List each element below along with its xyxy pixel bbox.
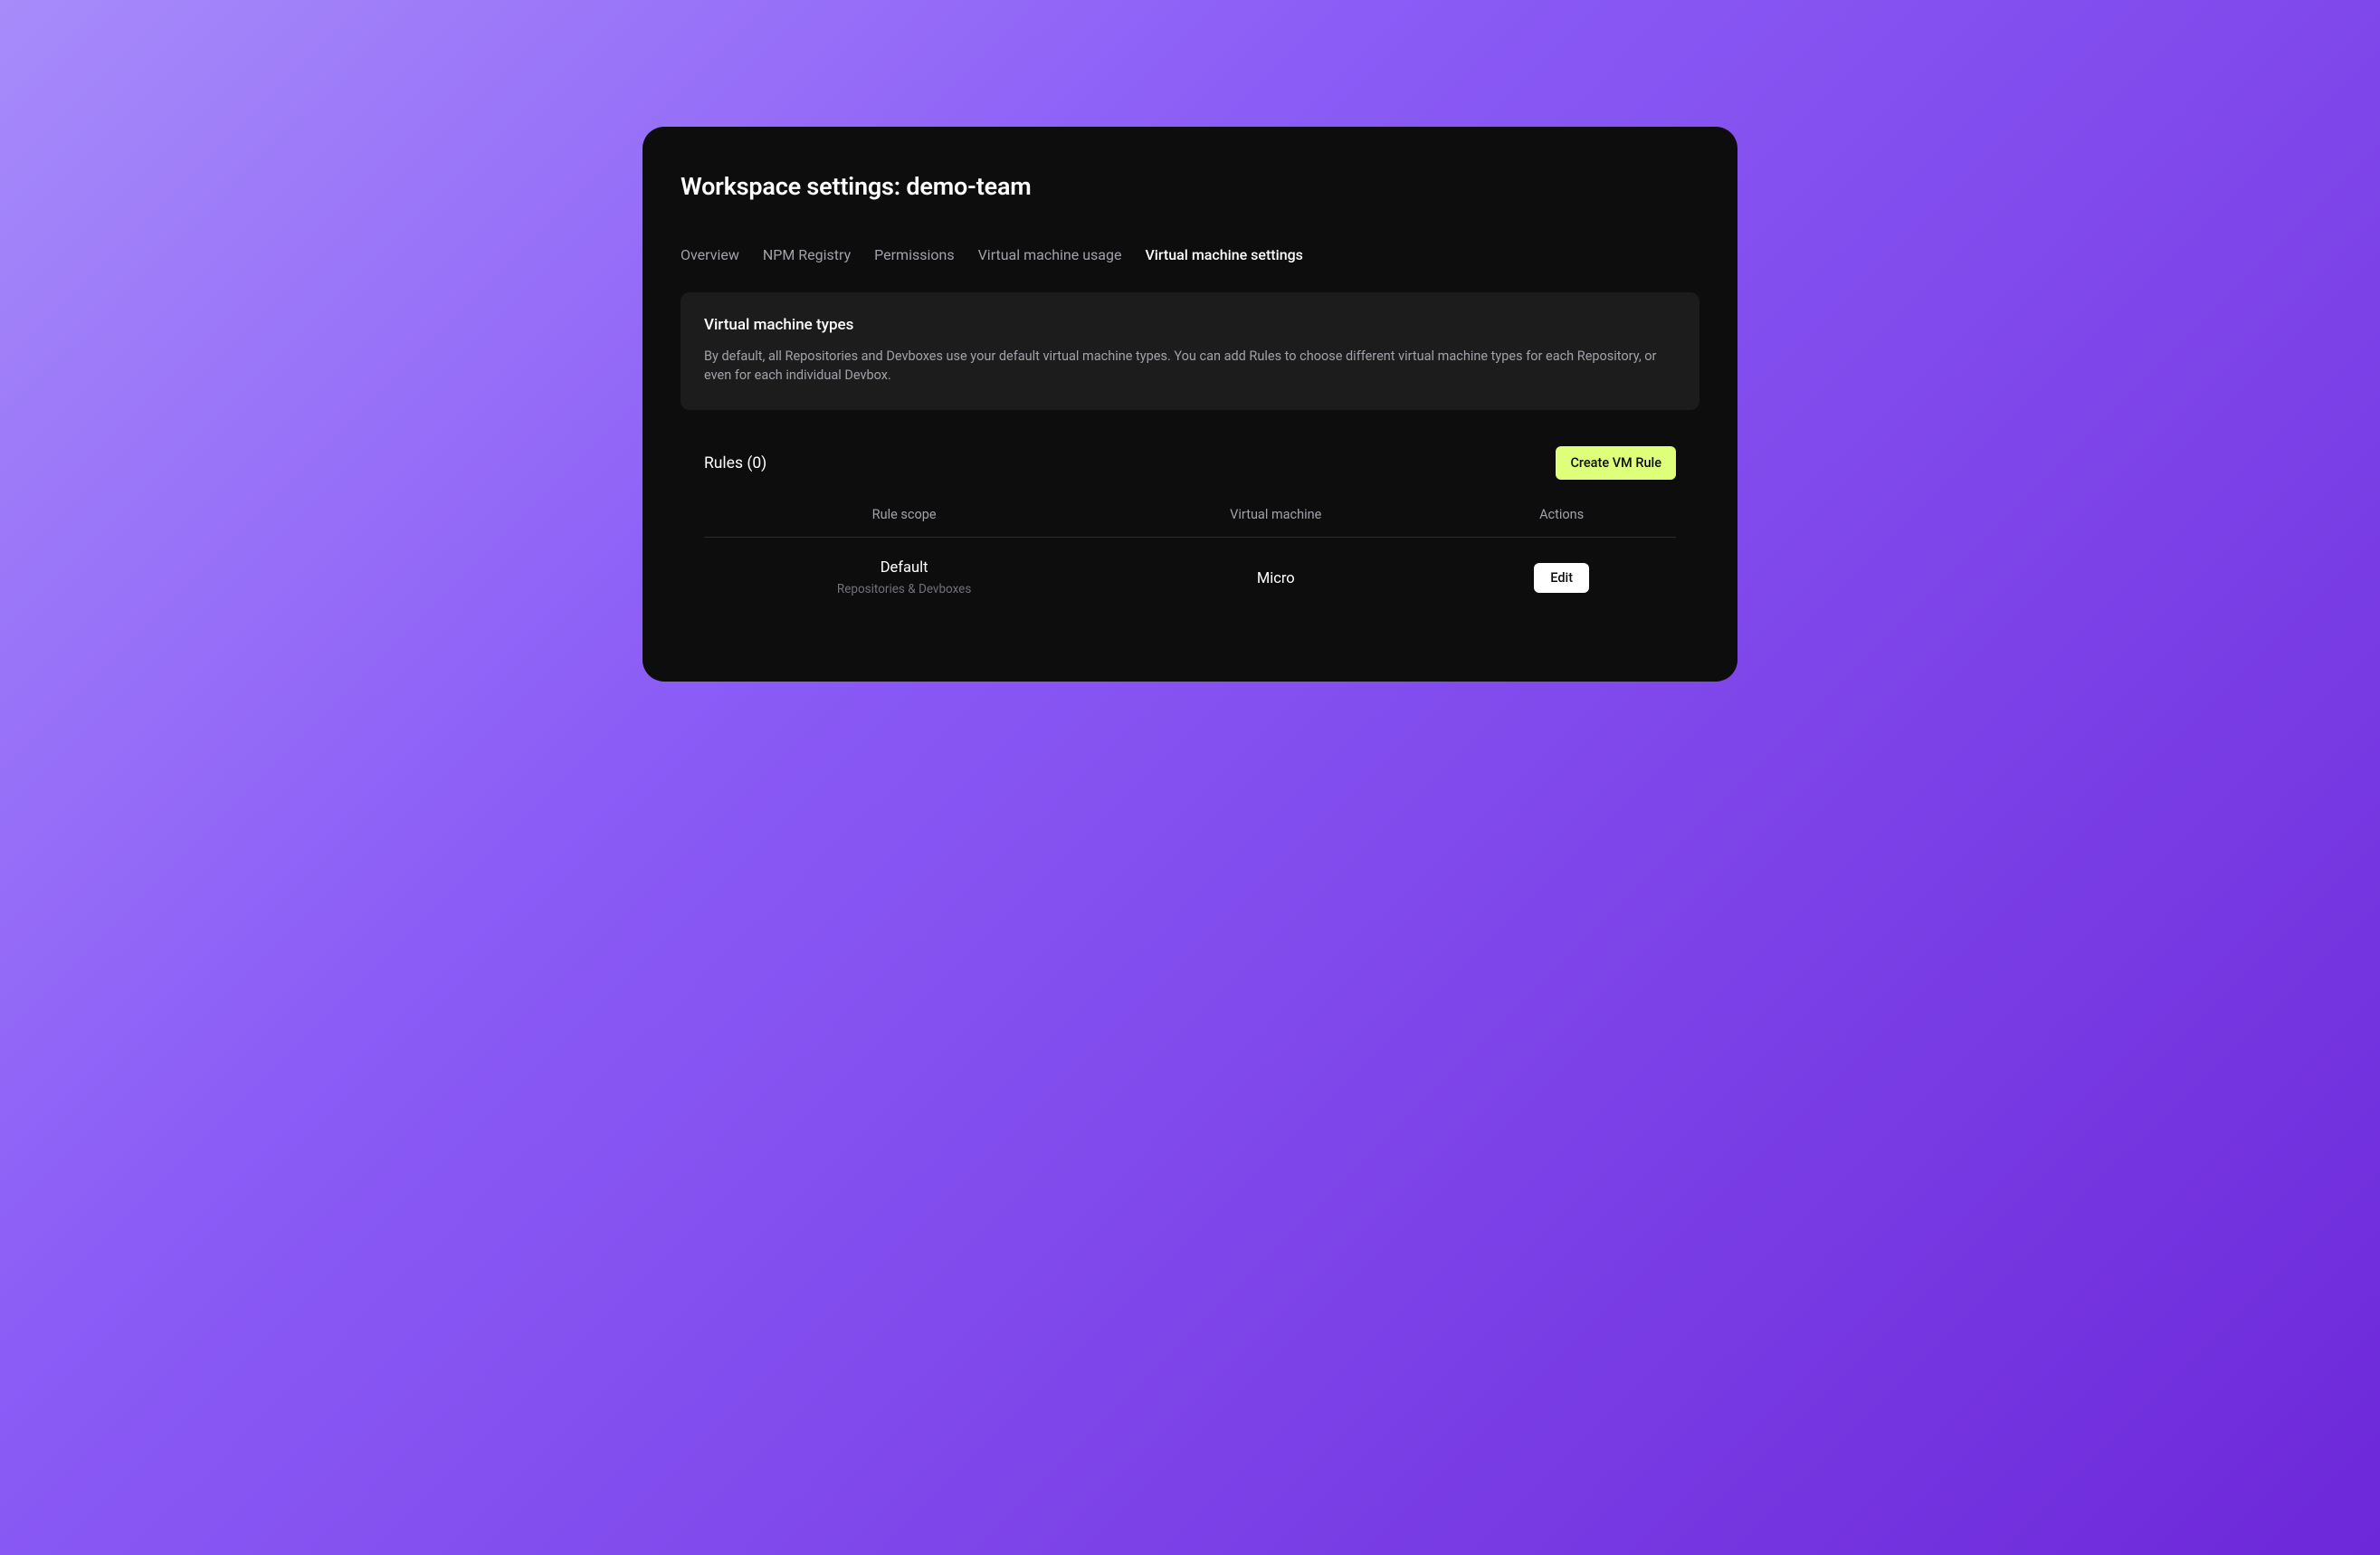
rules-table: Rule scope Virtual machine Actions Defau… xyxy=(681,507,1699,618)
tabs-nav: Overview NPM Registry Permissions Virtua… xyxy=(681,246,1699,263)
settings-card: Workspace settings: demo-team Overview N… xyxy=(643,127,1737,682)
column-header-scope: Rule scope xyxy=(704,507,1104,522)
cell-actions: Edit xyxy=(1447,563,1676,593)
info-panel-title: Virtual machine types xyxy=(704,316,1676,334)
cell-scope: Default Repositories & Devboxes xyxy=(704,559,1104,596)
tab-vm-settings[interactable]: Virtual machine settings xyxy=(1145,246,1302,263)
info-panel: Virtual machine types By default, all Re… xyxy=(681,292,1699,410)
create-vm-rule-button[interactable]: Create VM Rule xyxy=(1556,446,1676,480)
tab-permissions[interactable]: Permissions xyxy=(874,246,954,263)
vm-value: Micro xyxy=(1257,570,1295,587)
rules-count-label: Rules (0) xyxy=(704,454,766,472)
page-title: Workspace settings: demo-team xyxy=(681,172,1699,201)
table-row: Default Repositories & Devboxes Micro Ed… xyxy=(704,538,1676,618)
scope-title: Default xyxy=(704,559,1104,577)
column-header-vm: Virtual machine xyxy=(1104,507,1447,522)
column-header-actions: Actions xyxy=(1447,507,1676,522)
cell-vm: Micro xyxy=(1104,569,1447,587)
edit-button[interactable]: Edit xyxy=(1534,563,1589,593)
rules-header: Rules (0) Create VM Rule xyxy=(681,446,1699,480)
table-header-row: Rule scope Virtual machine Actions xyxy=(704,507,1676,538)
info-panel-description: By default, all Repositories and Devboxe… xyxy=(704,347,1676,385)
tab-vm-usage[interactable]: Virtual machine usage xyxy=(978,246,1122,263)
scope-subtitle: Repositories & Devboxes xyxy=(704,582,1104,596)
tab-npm-registry[interactable]: NPM Registry xyxy=(763,246,851,263)
tab-overview[interactable]: Overview xyxy=(681,246,739,263)
